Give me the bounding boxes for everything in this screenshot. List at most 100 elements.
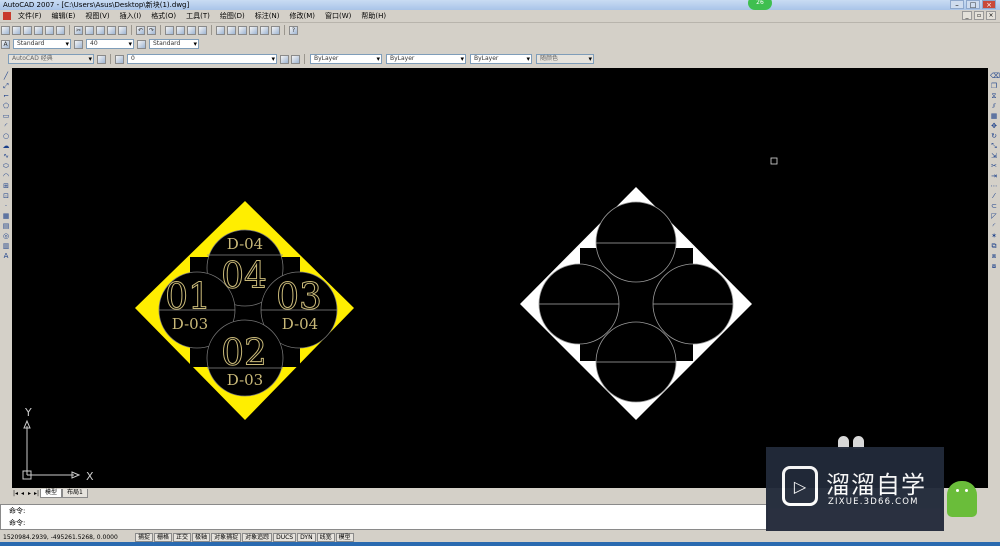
calculator-icon[interactable] — [271, 25, 280, 35]
make-current-layer-icon[interactable] — [280, 54, 289, 64]
draw-order-icon[interactable]: ⧉ — [990, 242, 998, 251]
help-icon[interactable]: ? — [289, 25, 298, 35]
dyn-toggle[interactable]: DYN — [297, 532, 316, 542]
revision-cloud-icon[interactable]: ☁ — [2, 142, 10, 151]
workspace-settings-icon[interactable] — [97, 54, 106, 64]
menu-help[interactable]: 帮助(H) — [356, 10, 391, 22]
table-style-icon[interactable] — [137, 39, 146, 49]
chamfer-icon[interactable]: ◸ — [990, 212, 998, 221]
extend-icon[interactable]: ⇥ — [990, 172, 998, 181]
properties-icon[interactable] — [216, 25, 225, 35]
dim-style-icon[interactable] — [74, 39, 83, 49]
new-icon[interactable] — [1, 25, 10, 35]
document-icon[interactable] — [3, 12, 11, 20]
osnap-toggle[interactable]: 对象捕捉 — [211, 532, 242, 542]
command-window[interactable]: 命令: 命令: — [0, 504, 768, 530]
break-icon[interactable]: ⁄ — [990, 192, 998, 201]
multiline-text-icon[interactable]: A — [2, 252, 10, 261]
grid-toggle[interactable]: 栅格 — [154, 532, 173, 542]
menu-draw[interactable]: 绘图(D) — [215, 10, 250, 22]
move-icon[interactable]: ✥ — [990, 122, 998, 131]
point-icon[interactable]: · — [2, 202, 10, 211]
workspace-select[interactable]: AutoCAD 经典 — [8, 54, 94, 64]
next-tab-icon[interactable]: ▸ — [26, 490, 33, 497]
publish-icon[interactable] — [56, 25, 65, 35]
mirror-icon[interactable]: ⧖ — [990, 92, 998, 101]
sheet-set-icon[interactable] — [249, 25, 258, 35]
send-back-icon[interactable]: ⧇ — [990, 262, 998, 271]
scale-icon[interactable]: ⤡ — [990, 142, 998, 151]
explode-icon[interactable]: ✶ — [990, 232, 998, 241]
text-style-icon[interactable]: A — [1, 39, 10, 49]
menu-edit[interactable]: 编辑(E) — [47, 10, 81, 22]
ellipse-arc-icon[interactable]: ◠ — [2, 172, 10, 181]
match-properties-icon[interactable] — [107, 25, 116, 35]
circle-icon[interactable]: ○ — [2, 132, 10, 141]
pan-icon[interactable] — [165, 25, 174, 35]
plotstyle-select[interactable]: 随颜色 — [536, 54, 594, 64]
rectangle-icon[interactable]: ▭ — [2, 112, 10, 121]
print-icon[interactable] — [34, 25, 43, 35]
layer-previous-icon[interactable] — [291, 54, 300, 64]
layer-manager-icon[interactable] — [115, 54, 124, 64]
redo-icon[interactable]: ↷ — [147, 25, 156, 35]
preview-icon[interactable] — [45, 25, 54, 35]
markup-icon[interactable] — [260, 25, 269, 35]
bring-front-icon[interactable]: ⧈ — [990, 252, 998, 261]
coordinates-readout[interactable]: 1520984.2939, -495261.5268, 0.0000 — [0, 534, 135, 541]
lineweight-toggle[interactable]: 线宽 — [316, 532, 335, 542]
menu-file[interactable]: 文件(F) — [13, 10, 47, 22]
undo-icon[interactable]: ↶ — [136, 25, 145, 35]
menu-format[interactable]: 格式(O) — [146, 10, 181, 22]
zoom-window-icon[interactable] — [187, 25, 196, 35]
paste-icon[interactable] — [96, 25, 105, 35]
fillet-icon[interactable]: ◜ — [990, 222, 998, 231]
join-icon[interactable]: ⊂ — [990, 202, 998, 211]
color-select[interactable]: ByLayer — [310, 54, 382, 64]
line-icon[interactable]: ╱ — [2, 72, 10, 81]
tab-layout1[interactable]: 布局1 — [62, 488, 88, 498]
zoom-previous-icon[interactable] — [198, 25, 207, 35]
design-center-icon[interactable] — [227, 25, 236, 35]
offset-icon[interactable]: ⫽ — [990, 102, 998, 111]
construction-line-icon[interactable]: ⤢ — [2, 82, 10, 91]
prev-tab-icon[interactable]: ◂ — [19, 490, 26, 497]
spline-icon[interactable]: ∿ — [2, 152, 10, 161]
snap-toggle[interactable]: 捕捉 — [135, 532, 154, 542]
break-at-point-icon[interactable]: ⋯ — [990, 182, 998, 191]
open-icon[interactable] — [12, 25, 21, 35]
ducs-toggle[interactable]: DUCS — [273, 532, 297, 542]
polar-toggle[interactable]: 极轴 — [192, 532, 211, 542]
drawing-canvas[interactable]: D-04 04 01 D-03 03 D-04 02 D-03 Y X — [12, 68, 988, 488]
lineweight-select[interactable]: ByLayer — [470, 54, 532, 64]
last-tab-icon[interactable]: ▸| — [33, 490, 40, 497]
stretch-icon[interactable]: ⇲ — [990, 152, 998, 161]
layer-select[interactable]: 0 — [127, 54, 277, 64]
arc-icon[interactable]: ◜ — [2, 122, 10, 131]
gradient-icon[interactable]: ▤ — [2, 222, 10, 231]
trim-icon[interactable]: ✂ — [990, 162, 998, 171]
otrack-toggle[interactable]: 对象追踪 — [242, 532, 273, 542]
close-button[interactable]: × — [982, 0, 996, 9]
maximize-button[interactable]: □ — [966, 0, 980, 9]
menu-view[interactable]: 视图(V) — [80, 10, 114, 22]
tool-palettes-icon[interactable] — [238, 25, 247, 35]
hatch-icon[interactable]: ▦ — [2, 212, 10, 221]
right-block[interactable] — [520, 187, 752, 420]
doc-minimize-button[interactable]: _ — [962, 11, 972, 20]
copy-object-icon[interactable]: ❐ — [990, 82, 998, 91]
left-block[interactable]: D-04 04 01 D-03 03 D-04 02 D-03 — [135, 201, 354, 420]
menu-insert[interactable]: 插入(I) — [115, 10, 147, 22]
doc-close-button[interactable]: × — [986, 11, 996, 20]
table-icon[interactable]: ▥ — [2, 242, 10, 251]
command-input-line[interactable]: 命令: — [1, 517, 767, 529]
tab-model[interactable]: 模型 — [40, 488, 63, 498]
text-style-select[interactable]: Standard — [13, 39, 71, 49]
linetype-select[interactable]: ByLayer — [386, 54, 466, 64]
menu-window[interactable]: 窗口(W) — [320, 10, 356, 22]
erase-icon[interactable]: ⌫ — [990, 72, 1000, 81]
dim-scale-select[interactable]: 40 — [86, 39, 134, 49]
polygon-icon[interactable]: ⬠ — [2, 102, 10, 111]
doc-restore-button[interactable]: ▫ — [974, 11, 984, 20]
minimize-button[interactable]: – — [950, 0, 964, 9]
